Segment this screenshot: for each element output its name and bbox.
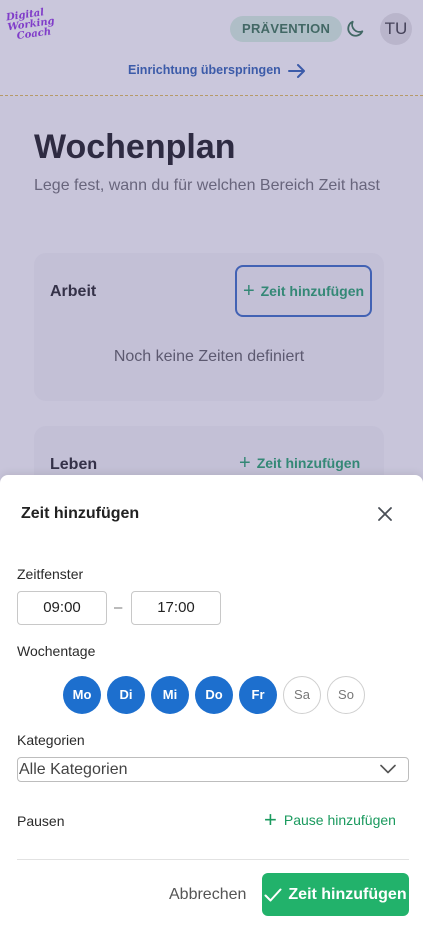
categories-select-value: Alle Kategorien — [19, 761, 128, 778]
day-toggle-mo[interactable]: Mo — [63, 676, 101, 714]
check-icon — [264, 888, 282, 901]
start-time-input[interactable]: 09:00 — [17, 591, 107, 625]
time-separator: – — [114, 599, 123, 616]
day-toggle-do[interactable]: Do — [195, 676, 233, 714]
day-toggle-mi[interactable]: Mi — [151, 676, 189, 714]
submit-label: Zeit hinzufügen — [288, 885, 407, 903]
day-toggle-so[interactable]: So — [327, 676, 365, 714]
categories-select[interactable]: Alle Kategorien — [17, 757, 409, 782]
time-window-label: Zeitfenster — [17, 566, 84, 582]
close-icon[interactable] — [374, 503, 396, 525]
modal-title: Zeit hinzufügen — [21, 505, 140, 522]
chevron-down-icon — [380, 764, 396, 774]
divider — [17, 859, 409, 860]
weekdays-label: Wochentage — [17, 643, 96, 659]
add-pause-button[interactable]: + Pause hinzufügen — [264, 807, 396, 832]
plus-icon: + — [264, 807, 277, 832]
day-toggle-fr[interactable]: Fr — [239, 676, 277, 714]
categories-label: Kategorien — [17, 732, 85, 748]
add-time-modal: Zeit hinzufügen Zeitfenster 09:00 – 17:0… — [0, 475, 423, 930]
pauses-label: Pausen — [17, 813, 65, 829]
day-toggle-di[interactable]: Di — [107, 676, 145, 714]
end-time-input[interactable]: 17:00 — [131, 591, 221, 625]
submit-button[interactable]: Zeit hinzufügen — [262, 873, 409, 916]
add-pause-label: Pause hinzufügen — [283, 812, 396, 828]
cancel-button[interactable]: Abbrechen — [169, 886, 246, 904]
day-toggle-sa[interactable]: Sa — [283, 676, 321, 714]
weekday-selector: Mo Di Mi Do Fr Sa So — [63, 676, 371, 714]
